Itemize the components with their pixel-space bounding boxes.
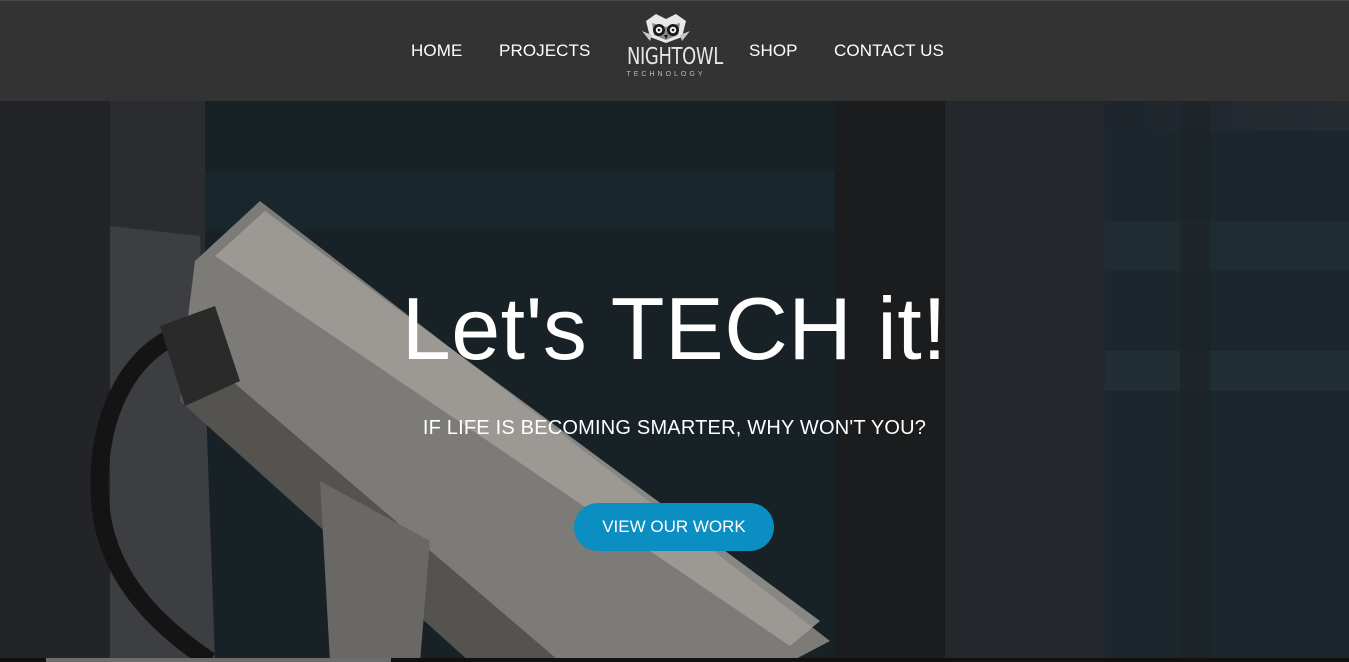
top-navbar: HOME PROJECTS NIGHTOWL TECHNOLOGY SHOP C… bbox=[0, 0, 1349, 101]
security-camera-photo bbox=[0, 101, 1349, 662]
owl-logo-icon bbox=[642, 14, 690, 43]
view-our-work-button[interactable]: VIEW OUR WORK bbox=[574, 503, 774, 551]
logo-wordmark: NIGHTOWL bbox=[627, 44, 723, 70]
nav-shop-link[interactable]: SHOP bbox=[749, 41, 798, 61]
hero-heading: Let's TECH it! bbox=[401, 279, 948, 378]
hero-subheading: IF LIFE IS BECOMING SMARTER, WHY WON'T Y… bbox=[422, 417, 927, 439]
bottom-strip bbox=[0, 658, 1349, 662]
hero-section: Let's TECH it! IF LIFE IS BECOMING SMART… bbox=[0, 101, 1349, 662]
nav-contact-link[interactable]: CONTACT US bbox=[834, 41, 944, 61]
page: HOME PROJECTS NIGHTOWL TECHNOLOGY SHOP C… bbox=[0, 0, 1349, 662]
logo-subtitle: TECHNOLOGY bbox=[626, 71, 706, 78]
nav-home-link[interactable]: HOME bbox=[411, 41, 462, 61]
site-logo[interactable]: NIGHTOWL TECHNOLOGY bbox=[616, 11, 723, 91]
nav-projects-link[interactable]: PROJECTS bbox=[499, 41, 590, 61]
bottom-strip-segment bbox=[46, 658, 391, 662]
